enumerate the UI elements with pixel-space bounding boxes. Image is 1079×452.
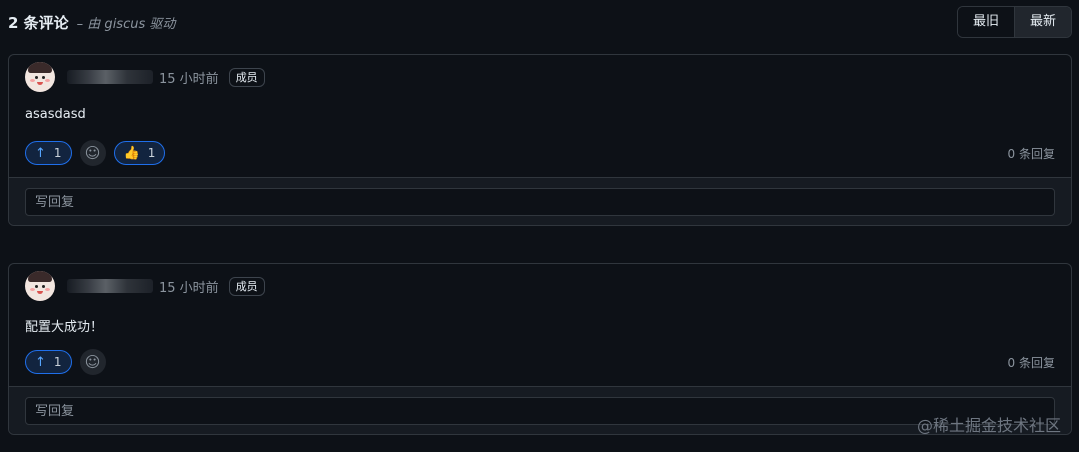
- add-reaction-button[interactable]: ☺: [79, 140, 106, 166]
- author-name-redacted[interactable]: [67, 279, 153, 293]
- arrow-up-icon: ↑: [35, 145, 46, 161]
- comment-timestamp[interactable]: 15 小时前: [159, 277, 219, 296]
- author-name-redacted[interactable]: [67, 70, 153, 84]
- reactions-bar: ↑ 1 ☺ 0 条回复: [9, 342, 1071, 382]
- comment-body: 配置大成功！: [25, 320, 104, 335]
- arrow-up-icon: ↑: [35, 354, 46, 370]
- member-badge: 成员: [228, 67, 265, 87]
- smiley-icon: ☺: [84, 144, 101, 162]
- comment-header: 15 小时前 成员: [9, 264, 1071, 308]
- upvote-count: 1: [53, 355, 62, 369]
- smiley-icon: ☺: [84, 353, 101, 371]
- powered-by-label: – 由 giscus 驱动: [76, 16, 176, 32]
- sort-toggle: 最旧 最新: [956, 6, 1072, 38]
- sort-newest-button[interactable]: 最新: [1014, 7, 1071, 37]
- comment-header: 15 小时前 成员: [9, 55, 1071, 99]
- reply-count: 0 条回复: [1007, 146, 1055, 161]
- add-reaction-button[interactable]: ☺: [79, 349, 106, 375]
- comment-card: 15 小时前 成员 配置大成功！ ↑ 1 ☺ 0 条回复 写回复: [8, 263, 1072, 435]
- reply-count: 0 条回复: [1007, 355, 1055, 370]
- reply-footer: 写回复: [9, 386, 1071, 434]
- reactions-bar: ↑ 1 ☺ 👍 1 0 条回复: [9, 133, 1071, 173]
- comment-count: 2 条评论: [8, 13, 69, 32]
- comment-timestamp[interactable]: 15 小时前: [159, 68, 219, 87]
- comment-card: 15 小时前 成员 asasdasd ↑ 1 ☺ 👍 1 0 条回复 写回复: [8, 54, 1072, 226]
- upvote-button[interactable]: ↑ 1: [25, 350, 72, 374]
- reply-footer: 写回复: [9, 177, 1071, 225]
- thumbs-up-reaction-button[interactable]: 👍 1: [113, 141, 166, 165]
- avatar[interactable]: [25, 62, 55, 92]
- avatar[interactable]: [25, 271, 55, 301]
- sort-oldest-button[interactable]: 最旧: [957, 7, 1015, 37]
- upvote-button[interactable]: ↑ 1: [25, 141, 72, 165]
- watermark: @稀土掘金技术社区: [916, 416, 1061, 435]
- member-badge: 成员: [228, 276, 265, 296]
- reply-input[interactable]: 写回复: [25, 187, 1055, 216]
- thumbs-up-count: 1: [147, 146, 156, 160]
- upvote-count: 1: [53, 146, 62, 160]
- comment-body: asasdasd: [25, 107, 86, 122]
- thumbs-up-icon: 👍: [123, 145, 140, 161]
- comments-header: 2 条评论 – 由 giscus 驱动 最旧 最新: [8, 0, 1072, 44]
- reply-input[interactable]: 写回复: [25, 396, 1055, 425]
